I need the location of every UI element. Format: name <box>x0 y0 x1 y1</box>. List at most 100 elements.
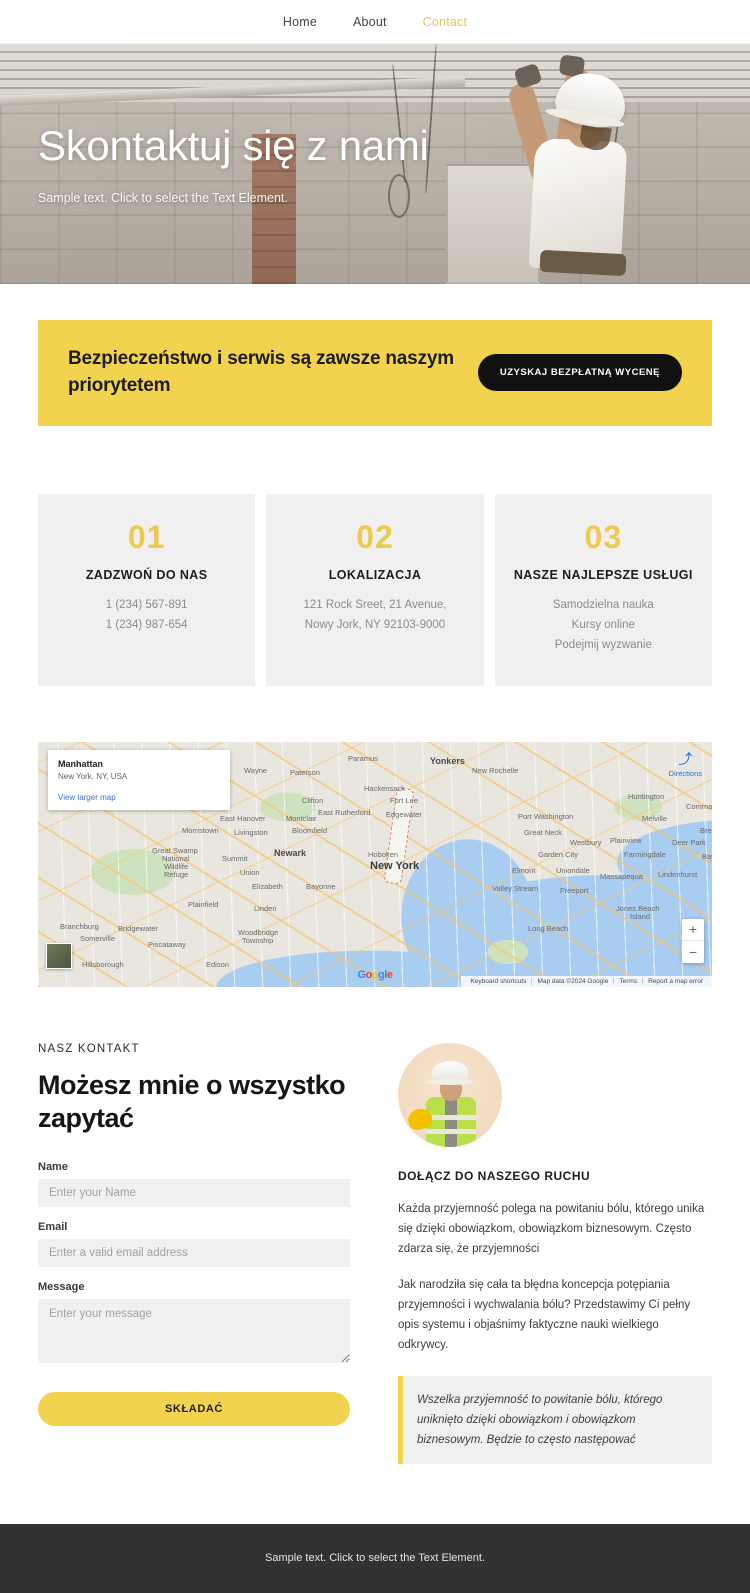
site-footer: Sample text. Click to select the Text El… <box>0 1523 750 1593</box>
map-label: Fort Lee <box>390 795 418 805</box>
google-map[interactable]: Paramus Yonkers Wayne Paterson New Rochelle H… <box>38 741 712 987</box>
hero-subtitle: Sample text. Click to select the Text El… <box>38 191 288 206</box>
map-label: Island <box>630 911 651 921</box>
map-label: East Rutherford <box>318 807 371 817</box>
map-info-card[interactable]: Manhattan New York, NY, USA View larger … <box>48 749 230 810</box>
map-label: Clifton <box>302 795 324 805</box>
hero-title: Skontaktuj się z nami <box>38 121 429 169</box>
get-free-quote-button[interactable]: UZYSKAJ BEZPŁATNĄ WYCENĘ <box>477 354 682 392</box>
pull-quote: Wszelka przyjemność to powitanie bólu, k… <box>398 1375 712 1464</box>
directions-label: Directions <box>668 768 702 778</box>
address-line-1: 121 Rock Sreet, 21 Avenue, <box>303 599 447 612</box>
email-input[interactable] <box>38 1238 350 1267</box>
join-movement-title: DOŁĄCZ DO NASZEGO RUCHU <box>398 1168 591 1183</box>
email-field-label: Email <box>38 1220 68 1233</box>
name-field-group: Name <box>38 1161 350 1207</box>
phone-number-2: 1 (234) 987-654 <box>105 619 188 632</box>
name-input[interactable] <box>38 1178 350 1207</box>
message-textarea[interactable] <box>38 1298 350 1363</box>
nav-item-contact[interactable]: Contact <box>423 15 467 29</box>
map-footer-bar: Keyboard shortcuts Map data ©2024 Google… <box>461 975 712 987</box>
map-label: Great Neck <box>524 827 562 837</box>
map-label: Deer Park <box>672 837 706 847</box>
join-movement-paragraph-2: Jak narodziła się cała ta błędna koncepc… <box>398 1279 691 1352</box>
map-label: Linden <box>254 903 277 913</box>
contact-heading: Możesz mnie o wszystko zapytać <box>38 1069 346 1133</box>
info-card-number: 02 <box>356 518 394 555</box>
info-card-1: 01 ZADZWOŃ DO NAS 1 (234) 567-891 1 (234… <box>38 493 256 686</box>
terms-link[interactable]: Terms <box>614 977 644 985</box>
map-label: Township <box>242 935 274 945</box>
cta-banner-title: Bezpieczeństwo i serwis są zawsze naszym… <box>68 348 454 396</box>
map-label: Port Washington <box>518 811 574 821</box>
info-card-lines: 121 Rock Sreet, 21 Avenue, Nowy Jork, NY… <box>280 596 469 636</box>
map-label: Farmingdale <box>624 849 666 859</box>
service-line-1: Samodzielna nauka <box>552 599 654 612</box>
name-field-label: Name <box>38 1160 68 1173</box>
map-label: Elmont <box>512 865 536 875</box>
service-line-3: Podejmij wyzwanie <box>554 638 652 651</box>
map-label: Long Beach <box>528 923 569 933</box>
map-label: Massapequa <box>600 871 643 881</box>
address-line-2: Nowy Jork, NY 92103-9000 <box>304 619 446 632</box>
nav-item-home[interactable]: Home <box>283 15 317 29</box>
map-zoom-out-button[interactable]: − <box>682 941 704 963</box>
map-directions-button[interactable]: ⤴ Directions <box>669 752 702 778</box>
phone-number-1: 1 (234) 567-891 <box>105 599 188 612</box>
map-label: Livingston <box>234 827 268 837</box>
info-cards-section: 01 ZADZWOŃ DO NAS 1 (234) 567-891 1 (234… <box>0 426 750 686</box>
map-label: Piscataway <box>148 939 186 949</box>
map-label: Bloomfield <box>292 825 328 835</box>
map-label: Bridgewater <box>118 923 159 933</box>
nav-item-about[interactable]: About <box>353 15 387 29</box>
info-card-lines: Samodzielna nauka Kursy online Podejmij … <box>509 596 698 655</box>
map-label: Valley Stream <box>492 883 539 893</box>
map-label: Montclair <box>286 813 317 823</box>
report-map-error-link[interactable]: Report a map error <box>643 978 708 985</box>
map-zoom-controls: + − <box>682 918 704 963</box>
map-label: East Hanover <box>220 813 266 823</box>
hero-section: Skontaktuj się z nami Sample text. Click… <box>0 44 750 284</box>
keyboard-shortcuts-link[interactable]: Keyboard shortcuts <box>465 977 533 985</box>
contact-eyebrow: NASZ KONTAKT <box>38 1042 140 1055</box>
map-label: Morristown <box>182 825 219 835</box>
map-label: Paramus <box>348 753 379 763</box>
map-label: New Rochelle <box>472 765 519 775</box>
info-card-title: ZADZWOŃ DO NAS <box>85 568 208 583</box>
info-card-2: 02 LOKALIZACJA 121 Rock Sreet, 21 Avenue… <box>266 493 484 686</box>
map-label: New York <box>370 859 420 872</box>
map-label: Commack <box>686 801 712 811</box>
contact-info-column: DOŁĄCZ DO NASZEGO RUCHU Każda przyjemnoś… <box>398 1042 712 1464</box>
cta-banner: Bezpieczeństwo i serwis są zawsze naszym… <box>38 320 712 426</box>
google-logo: Google <box>357 968 393 981</box>
map-label: Westbury <box>570 837 602 847</box>
map-label: Hillsborough <box>82 959 124 969</box>
map-label: Edison <box>206 959 229 969</box>
contact-section: NASZ KONTAKT Możesz mnie o wszystko zapy… <box>0 987 750 1464</box>
avatar <box>398 1042 502 1147</box>
map-place-subtitle: New York, NY, USA <box>58 771 128 781</box>
map-label: Refuge <box>164 869 189 879</box>
pull-quote-text: Wszelka przyjemność to powitanie bólu, k… <box>417 1393 663 1446</box>
map-label: Melville <box>642 813 668 823</box>
view-larger-map-link[interactable]: View larger map <box>58 793 220 802</box>
map-label: Freeport <box>560 885 589 895</box>
info-card-title: LOKALIZACJA <box>328 568 422 583</box>
map-label: Elizabeth <box>252 881 283 891</box>
map-label: Branchburg <box>60 921 99 931</box>
map-zoom-in-button[interactable]: + <box>682 919 704 941</box>
footer-text: Sample text. Click to select the Text El… <box>265 1552 485 1565</box>
submit-button[interactable]: SKŁADAĆ <box>38 1391 350 1426</box>
info-card-lines: 1 (234) 567-891 1 (234) 987-654 <box>52 596 241 636</box>
info-card-number: 03 <box>584 518 623 555</box>
map-street-view-thumbnail[interactable] <box>46 942 72 969</box>
info-card-3: 03 NASZE NAJLEPSZE USŁUGI Samodzielna na… <box>494 493 712 686</box>
info-card-number: 01 <box>127 518 166 555</box>
message-field-label: Message <box>38 1280 85 1293</box>
service-line-2: Kursy online <box>571 619 635 632</box>
map-label: Uniondale <box>556 865 590 875</box>
directions-icon: ⤴ <box>678 750 693 767</box>
map-label: Bayonne <box>306 881 336 891</box>
map-label: Huntington <box>628 791 665 801</box>
map-label: Paterson <box>290 767 321 777</box>
